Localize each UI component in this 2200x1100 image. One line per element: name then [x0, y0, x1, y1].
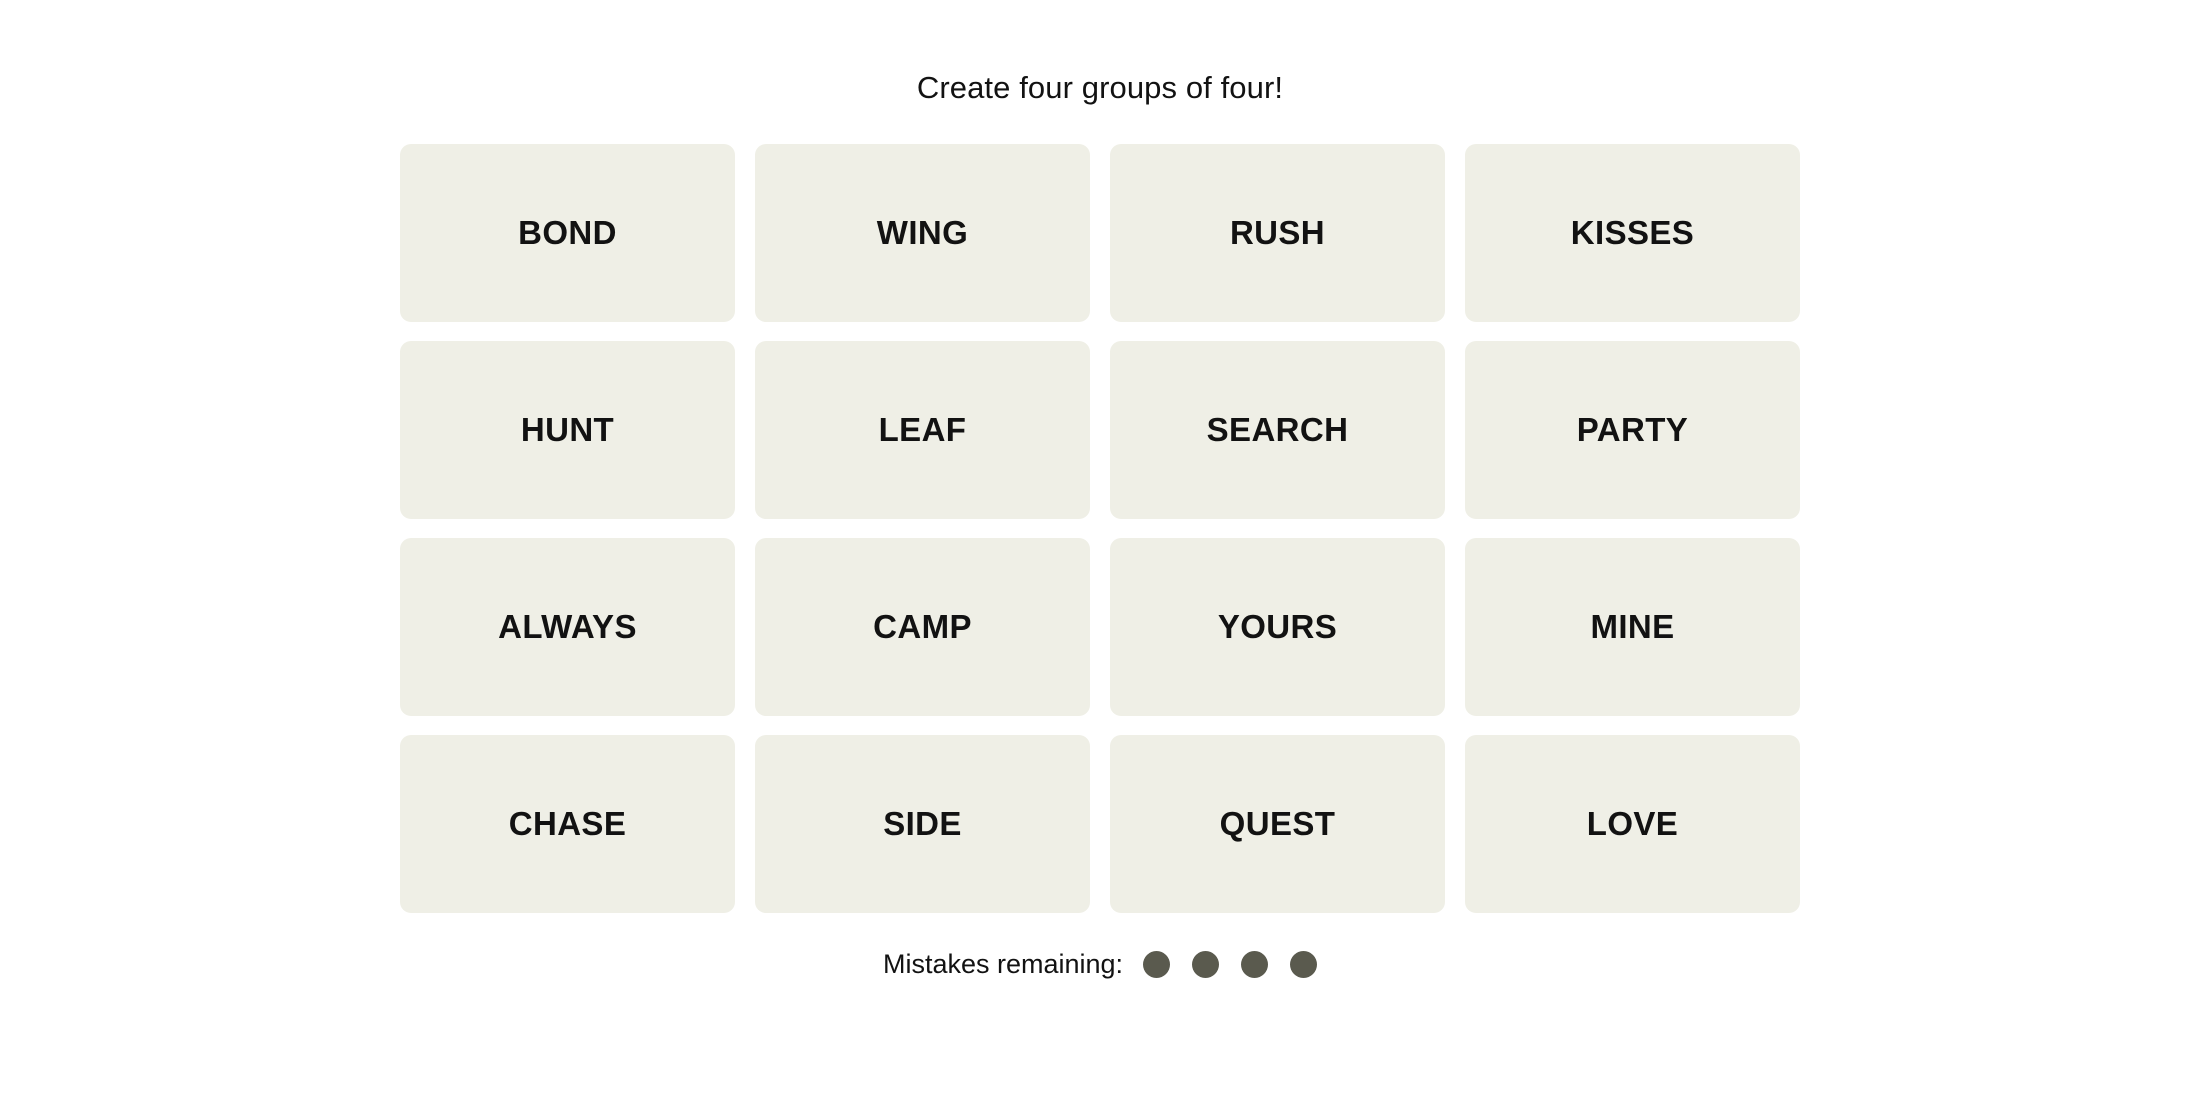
word-tile[interactable]: QUEST — [1110, 735, 1445, 913]
word-tile-label: WING — [876, 214, 969, 251]
mistakes-remaining: Mistakes remaining: — [882, 949, 1318, 979]
word-grid: BOND WING RUSH KISSES HUNT LEAF SEARCH PARTY ALW… — [400, 144, 1800, 913]
word-tile[interactable]: ALWAYS — [400, 538, 735, 716]
word-tile-label: SEARCH — [1206, 411, 1349, 448]
word-tile[interactable]: YOURS — [1110, 538, 1445, 716]
word-tile-label: ALWAYS — [498, 608, 637, 645]
mistake-dot-list — [1143, 951, 1318, 978]
word-tile-label: YOURS — [1217, 608, 1338, 645]
word-tile-label: LEAF — [878, 411, 967, 448]
connections-game: Create four groups of four! BOND WING RUSH… — [0, 0, 2200, 1100]
word-tile[interactable]: CHASE — [400, 735, 735, 913]
word-tile[interactable]: SEARCH — [1110, 341, 1445, 519]
word-tile[interactable]: LEAF — [755, 341, 1090, 519]
word-tile-label: LOVE — [1586, 805, 1679, 842]
word-tile-label: MINE — [1590, 608, 1675, 645]
word-tile-label: RUSH — [1229, 214, 1326, 251]
word-tile[interactable]: PARTY — [1465, 341, 1800, 519]
word-tile-label: QUEST — [1219, 805, 1336, 842]
word-tile[interactable]: MINE — [1465, 538, 1800, 716]
word-tile-label: CHASE — [508, 805, 627, 842]
mistake-dot-icon — [1143, 951, 1171, 978]
word-tile[interactable]: KISSES — [1465, 144, 1800, 322]
page-title: Create four groups of four! — [916, 70, 1284, 105]
word-tile[interactable]: HUNT — [400, 341, 735, 519]
word-tile-label: SIDE — [883, 805, 962, 842]
word-tile[interactable]: SIDE — [755, 735, 1090, 913]
word-tile-label: CAMP — [873, 608, 972, 645]
word-tile-label: HUNT — [520, 411, 615, 448]
word-tile-label: BOND — [518, 214, 617, 251]
word-tile[interactable]: WING — [755, 144, 1090, 322]
word-tile-label: PARTY — [1576, 411, 1689, 448]
mistake-dot-icon — [1241, 951, 1269, 978]
mistake-dot-icon — [1290, 951, 1318, 978]
word-tile[interactable]: LOVE — [1465, 735, 1800, 913]
word-tile-label: KISSES — [1570, 214, 1695, 251]
mistakes-remaining-label: Mistakes remaining: — [882, 949, 1124, 979]
word-tile[interactable]: RUSH — [1110, 144, 1445, 322]
word-tile[interactable]: CAMP — [755, 538, 1090, 716]
mistake-dot-icon — [1192, 951, 1220, 978]
word-tile[interactable]: BOND — [400, 144, 735, 322]
